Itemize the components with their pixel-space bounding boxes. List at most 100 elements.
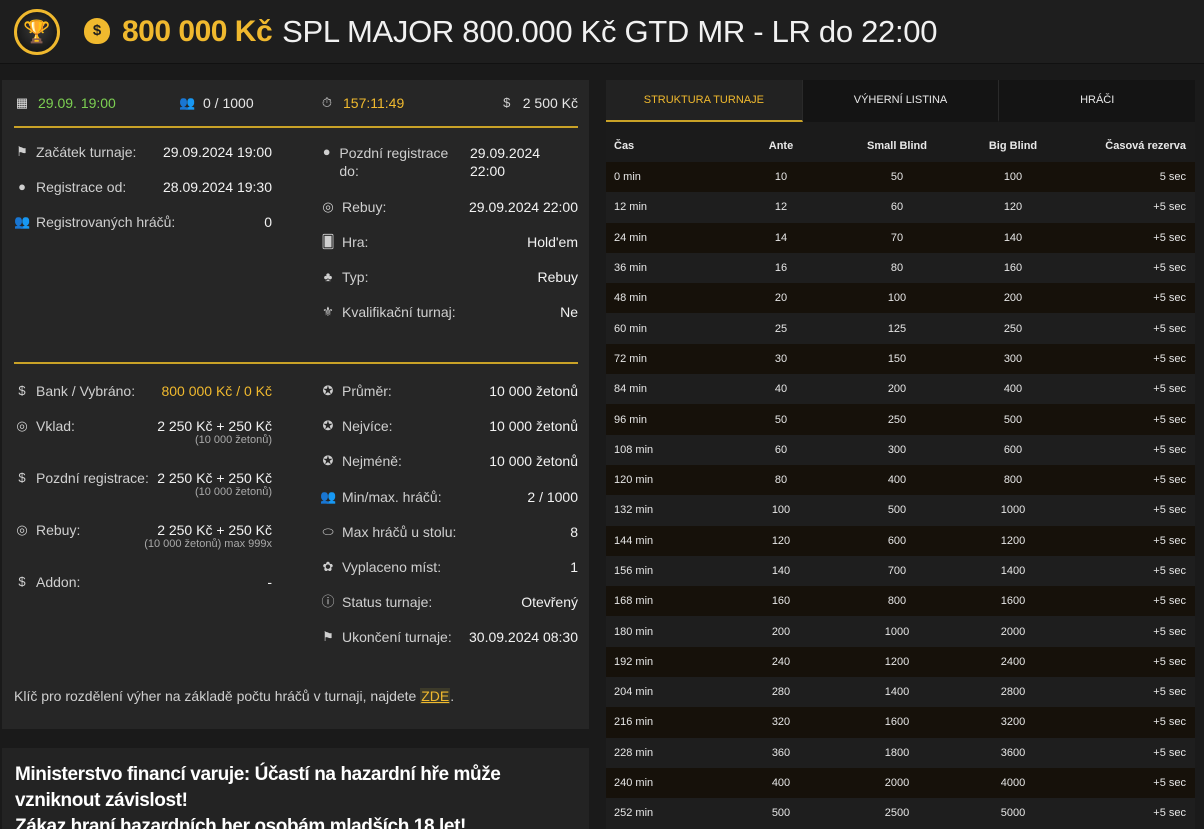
cell-big-blind: 200	[948, 283, 1078, 314]
table-body: 0 min 10 50 100 5 sec 12 min 12 60 120 +5 sec 24 m…	[606, 162, 1195, 829]
cell-time-bank: +5 sec	[1078, 464, 1195, 496]
money-label: Ukončení turnaje:	[342, 629, 452, 645]
cell-time: 12 min	[606, 192, 716, 223]
cell-time-bank: +5 sec	[1078, 434, 1195, 465]
cell-ante: 280	[716, 677, 846, 708]
tab-players[interactable]: HRÁČI	[999, 80, 1196, 122]
money-row: $ Pozdní registrace: 2 250 Kč + 250 Kč (10…	[14, 470, 272, 498]
tab-structure[interactable]: STRUKTURA TURNAJE	[606, 80, 803, 122]
table-header-row: Čas Ante Small Blind Big Blind Časová re…	[606, 130, 1195, 162]
col-small-blind: Small Blind	[846, 130, 948, 162]
stopwatch-icon: ⏱	[321, 95, 333, 110]
warning-line-2: Zákaz hraní hazardních her osobám mladší…	[15, 816, 466, 829]
cell-small-blind: 2000	[846, 767, 948, 799]
money-value: 2 / 1000	[527, 489, 578, 505]
info-row: ◎ Rebuy: 29.09.2024 22:00	[320, 199, 578, 215]
cell-time: 84 min	[606, 374, 716, 405]
dollar-icon: $	[18, 470, 26, 485]
info-row: 👥 Registrovaných hráčů: 0	[14, 214, 272, 230]
money-value: 10 000 žetonů	[489, 453, 578, 469]
table-row: 180 min 200 1000 2000 +5 sec	[606, 616, 1195, 647]
dollar-icon: $	[18, 574, 26, 589]
money-bag-icon: $	[84, 17, 110, 44]
cell-ante: 30	[716, 343, 846, 375]
cell-small-blind: 50	[846, 162, 948, 193]
info-value: 29.09.2024 22:00	[469, 199, 578, 215]
cell-time: 132 min	[606, 495, 716, 526]
money-row: ✿ Vyplaceno míst: 1	[320, 559, 578, 575]
cell-small-blind: 250	[846, 404, 948, 435]
money-sub: (10 000 žetonů) max 999x	[144, 538, 272, 550]
cell-time-bank: +5 sec	[1078, 737, 1195, 768]
timer-stat: ⏱ 157:11:49	[319, 95, 489, 111]
payout-key-link[interactable]: ZDE	[420, 688, 451, 704]
cell-big-blind: 100	[948, 162, 1078, 193]
cell-big-blind: 5000	[948, 798, 1078, 829]
cell-ante: 500	[716, 798, 846, 829]
cell-time: 48 min	[606, 283, 716, 314]
cell-time-bank: 5 sec	[1078, 162, 1195, 193]
cell-big-blind: 500	[948, 404, 1078, 435]
cell-time-bank: +5 sec	[1078, 252, 1195, 284]
money-sub: (10 000 žetonů)	[194, 486, 272, 498]
cell-small-blind: 80	[846, 252, 948, 284]
table-row: 156 min 140 700 1400 +5 sec	[606, 555, 1195, 587]
cell-small-blind: 60	[846, 192, 948, 223]
info-label: Registrace od:	[36, 179, 127, 195]
money-row: ⚑ Ukončení turnaje: 30.09.2024 08:30	[320, 629, 578, 645]
money-label: Pozdní registrace:	[36, 470, 149, 486]
cell-big-blind: 1000	[948, 495, 1078, 526]
cell-time-bank: +5 sec	[1078, 283, 1195, 314]
money-label: Rebuy:	[36, 522, 81, 538]
cell-big-blind: 800	[948, 464, 1078, 496]
tab-bar: STRUKTURA TURNAJE VÝHERNÍ LISTINA HRÁČI	[606, 80, 1196, 122]
table-row: 252 min 500 2500 5000 +5 sec	[606, 798, 1195, 829]
cell-time: 204 min	[606, 677, 716, 708]
table-icon: ⬭	[322, 524, 334, 539]
money-value: 1	[570, 559, 578, 575]
info-value: 29.09.2024 19:00	[163, 144, 272, 160]
cell-ante: 200	[716, 616, 846, 647]
cell-time-bank: +5 sec	[1078, 586, 1195, 617]
structure-panel: STRUKTURA TURNAJE VÝHERNÍ LISTINA HRÁČI …	[606, 80, 1196, 829]
table-row: 168 min 160 800 1600 +5 sec	[606, 586, 1195, 617]
cell-big-blind: 250	[948, 313, 1078, 344]
cell-big-blind: 3600	[948, 737, 1078, 768]
money-label: Vklad:	[36, 418, 75, 434]
info-value: 29.09.2024 22:00	[470, 145, 541, 179]
user-icon: ●	[322, 144, 331, 159]
cell-big-blind: 1600	[948, 586, 1078, 617]
coin-hand-icon: $	[503, 95, 511, 110]
table-row: 12 min 12 60 120 +5 sec	[606, 192, 1195, 223]
cell-time: 0 min	[606, 162, 716, 193]
table-row: 228 min 360 1800 3600 +5 sec	[606, 737, 1195, 768]
cell-ante: 120	[716, 525, 846, 556]
cell-ante: 12	[716, 192, 846, 223]
cell-time: 36 min	[606, 252, 716, 284]
cell-small-blind: 400	[846, 464, 948, 496]
cell-time: 228 min	[606, 737, 716, 768]
table-row: 36 min 16 80 160 +5 sec	[606, 252, 1195, 284]
cell-big-blind: 140	[948, 222, 1078, 253]
cell-ante: 20	[716, 283, 846, 314]
cell-small-blind: 150	[846, 343, 948, 375]
money-sub: (10 000 žetonů)	[194, 434, 272, 446]
cell-time: 216 min	[606, 707, 716, 738]
table-row: 60 min 25 125 250 +5 sec	[606, 313, 1195, 344]
money-value: 10 000 žetonů	[489, 383, 578, 399]
section-divider	[14, 362, 578, 364]
cell-ante: 140	[716, 555, 846, 587]
tab-payouts[interactable]: VÝHERNÍ LISTINA	[802, 80, 1000, 122]
cell-time: 96 min	[606, 404, 716, 435]
cell-time-bank: +5 sec	[1078, 707, 1195, 738]
money-value: Otevřený	[521, 594, 578, 610]
money-label: Status turnaje:	[342, 594, 433, 610]
table-row: 192 min 240 1200 2400 +5 sec	[606, 646, 1195, 678]
money-row: ✪ Průměr: 10 000 žetonů	[320, 383, 578, 399]
info-label: Hra:	[342, 234, 369, 250]
cell-time-bank: +5 sec	[1078, 798, 1195, 829]
cell-time: 156 min	[606, 555, 716, 587]
cell-ante: 400	[716, 767, 846, 799]
cell-small-blind: 70	[846, 222, 948, 253]
table-row: 120 min 80 400 800 +5 sec	[606, 464, 1195, 496]
